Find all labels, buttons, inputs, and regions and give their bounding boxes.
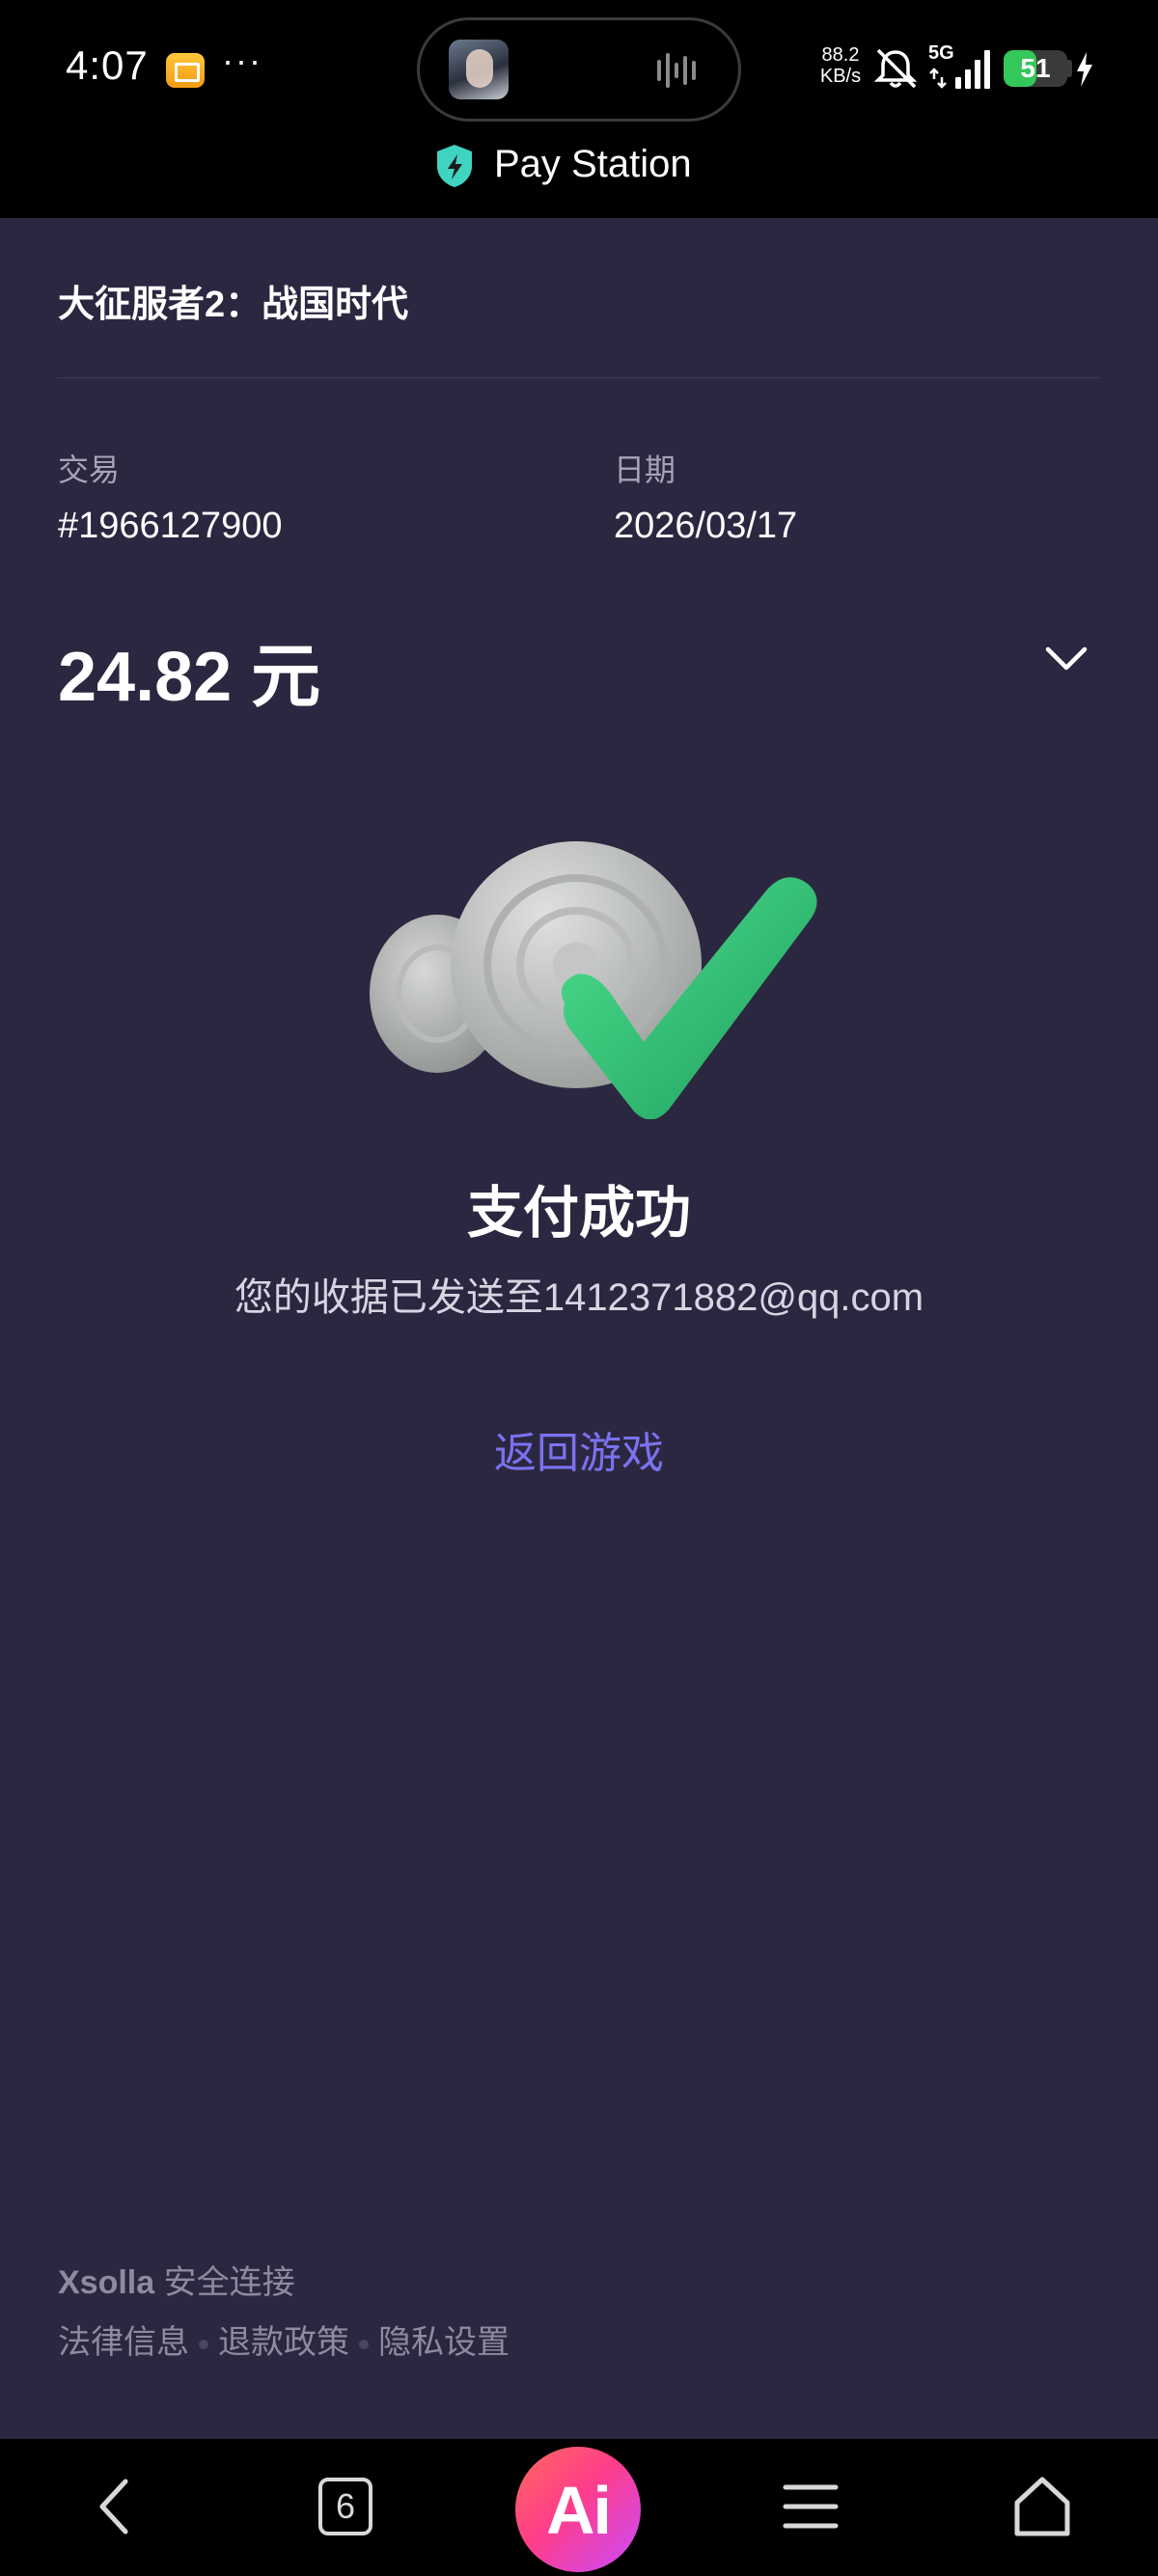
battery-tip <box>1067 60 1072 77</box>
app-title: Pay Station <box>494 143 692 185</box>
separator-dot <box>359 2340 369 2350</box>
battery-level: 51 <box>1020 53 1051 83</box>
battery-icon: 51 <box>1004 50 1067 87</box>
more-notifications-icon: ··· <box>222 41 262 80</box>
audio-wave-icon <box>657 53 711 92</box>
app-header: Pay Station <box>0 135 1158 218</box>
divider <box>58 377 1100 378</box>
footer-links: 法律信息 退款政策 隐私设置 <box>58 2316 510 2363</box>
date-label: 日期 <box>614 452 676 487</box>
xsolla-brand: Xsolla <box>58 2264 155 2301</box>
mute-bell-icon <box>873 48 918 89</box>
privacy-settings-link[interactable]: 隐私设置 <box>378 2324 510 2361</box>
return-to-game-link[interactable]: 返回游戏 <box>0 1418 1158 1480</box>
tabs-button[interactable]: 6 <box>318 2478 372 2535</box>
back-button[interactable] <box>56 2439 172 2576</box>
dynamic-island[interactable] <box>417 17 741 122</box>
date-value: 2026/03/17 <box>614 506 798 546</box>
chevron-down-icon[interactable] <box>1040 633 1092 685</box>
menu-button[interactable] <box>753 2439 868 2576</box>
refund-policy-link[interactable]: 退款政策 <box>218 2324 349 2361</box>
ai-label: Ai <box>546 2473 612 2548</box>
network-speed: 88.2 KB/s <box>819 44 862 87</box>
transaction-label: 交易 <box>58 452 121 487</box>
game-title: 大征服者2：战国时代 <box>58 285 409 325</box>
payment-amount: 24.82 元 <box>58 639 321 716</box>
success-title: 支付成功 <box>466 1182 691 1245</box>
data-arrows-icon <box>929 68 947 89</box>
charging-bolt-icon <box>1077 52 1092 87</box>
transaction-id: #1966127900 <box>58 506 283 546</box>
back-arrow-icon <box>99 2479 128 2535</box>
status-bar: 4:07 ··· 88.2 KB/s 5G 51 <box>0 0 1158 135</box>
order-summary: 大征服者2：战国时代 交易 #1966127900 日期 2026/03/17 … <box>0 218 1158 739</box>
ai-assistant-button[interactable]: Ai <box>515 2447 641 2572</box>
page: 4:07 ··· 88.2 KB/s 5G 51 Pay Station 大征服… <box>0 0 1158 2576</box>
mail-notification-icon <box>166 53 205 88</box>
payment-success-illustration <box>370 841 817 1119</box>
receipt-message: 您的收据已发送至1412371882@qq.com <box>234 1276 924 1319</box>
home-icon <box>1014 2477 1070 2536</box>
home-button[interactable] <box>984 2439 1100 2576</box>
separator-dot <box>199 2340 208 2350</box>
secure-connection-text: 安全连接 <box>163 2264 295 2301</box>
shield-icon <box>437 145 472 187</box>
menu-icon <box>783 2484 839 2529</box>
legal-info-link[interactable]: 法律信息 <box>58 2324 189 2361</box>
signal-strength-icon <box>955 50 990 89</box>
media-thumbnail <box>449 40 509 99</box>
status-time: 4:07 <box>66 42 149 88</box>
browser-nav-bar: 6 Ai <box>0 2439 1158 2576</box>
network-type: 5G <box>928 42 954 64</box>
secure-connection: Xsolla 安全连接 <box>58 2256 295 2303</box>
